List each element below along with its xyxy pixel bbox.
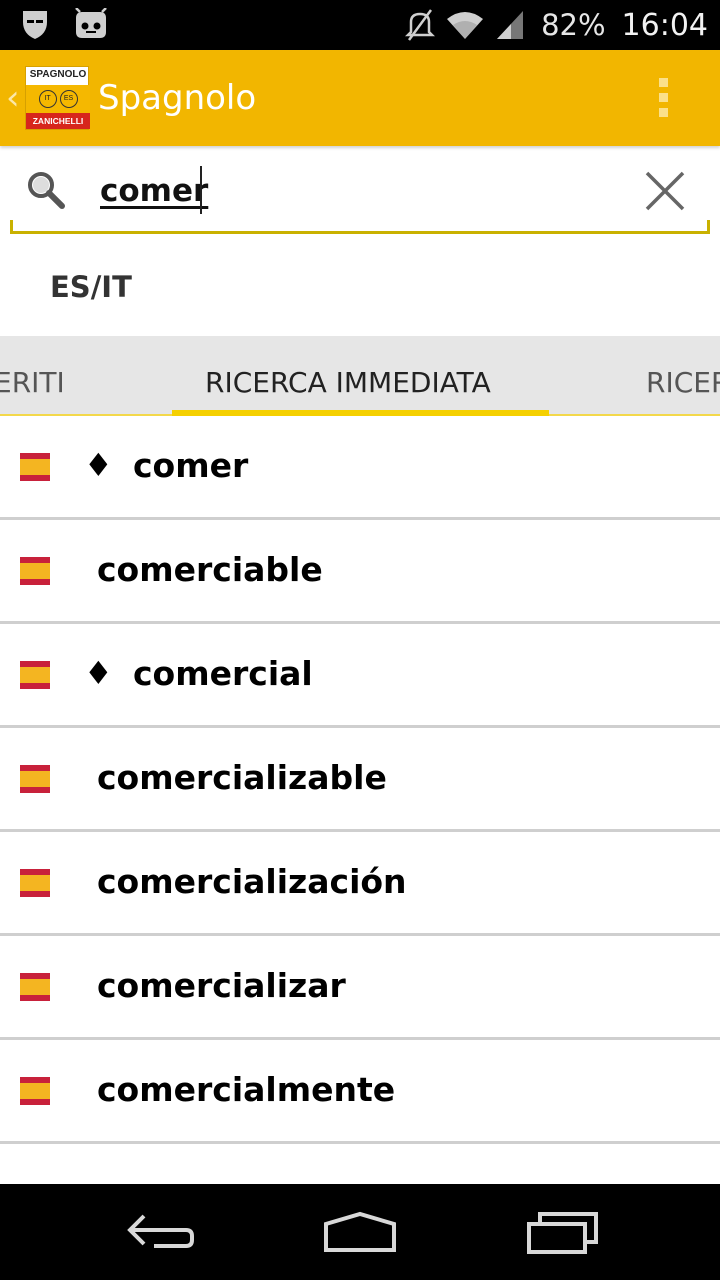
mute-icon [405,9,436,41]
search-bar [10,152,710,234]
signal-icon [497,11,524,39]
list-item[interactable]: comercialización [0,832,720,936]
close-icon[interactable] [644,170,686,212]
spain-flag-icon [20,765,50,793]
logo-bottom-text: ZANICHELLI [26,113,90,129]
logo-it-badge: IT [38,90,57,108]
home-icon[interactable] [322,1210,398,1254]
result-word: comercialmente [97,1070,396,1109]
wifi-icon [447,12,484,39]
app-logo[interactable]: SPAGNOLO IT ES ZANICHELLI [25,66,90,130]
list-item[interactable]: ♦ comercial [0,624,720,728]
result-word: comercializar [97,966,346,1005]
language-direction[interactable]: ES/IT [50,270,132,304]
search-input[interactable] [100,168,620,214]
tab-strip: ERITI RICERCA IMMEDIATA RICER [0,336,720,416]
diamond-marker: ♦ [84,654,113,692]
navigation-bar [0,1184,720,1280]
logo-badges: IT ES [26,85,90,113]
logo-top-text: SPAGNOLO [29,69,87,80]
results-list: ♦ comer comerciable ♦ comercial comercia… [0,416,720,1184]
list-item[interactable]: comercializable [0,728,720,832]
action-bar: ‹ SPAGNOLO IT ES ZANICHELLI Spagnolo [0,50,720,146]
battery-percent: 82% [541,8,606,42]
spain-flag-icon [20,661,50,689]
search-underline [10,220,710,234]
tab-ricerca-immediata[interactable]: RICERCA IMMEDIATA [205,366,491,399]
result-word: comerciable [97,550,323,589]
search-icon [28,172,65,209]
result-word: comercializable [97,758,387,797]
spain-flag-icon [20,453,50,481]
back-icon[interactable] [124,1210,196,1254]
status-bar: 82% 16:04 [0,0,720,50]
shield-icon [23,11,47,39]
result-word: comercialización [97,862,407,901]
spain-flag-icon [20,973,50,1001]
spain-flag-icon [20,869,50,897]
list-item[interactable]: comerciable [0,520,720,624]
result-word: comer [133,446,249,485]
recent-apps-icon[interactable] [526,1210,600,1254]
clock-time: 16:04 [621,7,708,43]
diamond-marker: ♦ [84,446,113,484]
spain-flag-icon [20,1077,50,1105]
result-word: comercial [133,654,313,693]
tab-preferiti[interactable]: ERITI [0,366,65,399]
list-item[interactable]: comercializar [0,936,720,1040]
logo-es-badge: ES [59,90,78,108]
tab-ricerca[interactable]: RICER [646,366,720,399]
spain-flag-icon [20,557,50,585]
back-chevron-icon[interactable]: ‹ [6,78,20,118]
list-item[interactable]: comercialmente [0,1040,720,1144]
text-caret [200,166,202,214]
overflow-menu-icon[interactable] [652,78,674,122]
android-icon [75,8,107,38]
list-item[interactable]: ♦ comer [0,416,720,520]
page-title: Spagnolo [98,78,257,118]
